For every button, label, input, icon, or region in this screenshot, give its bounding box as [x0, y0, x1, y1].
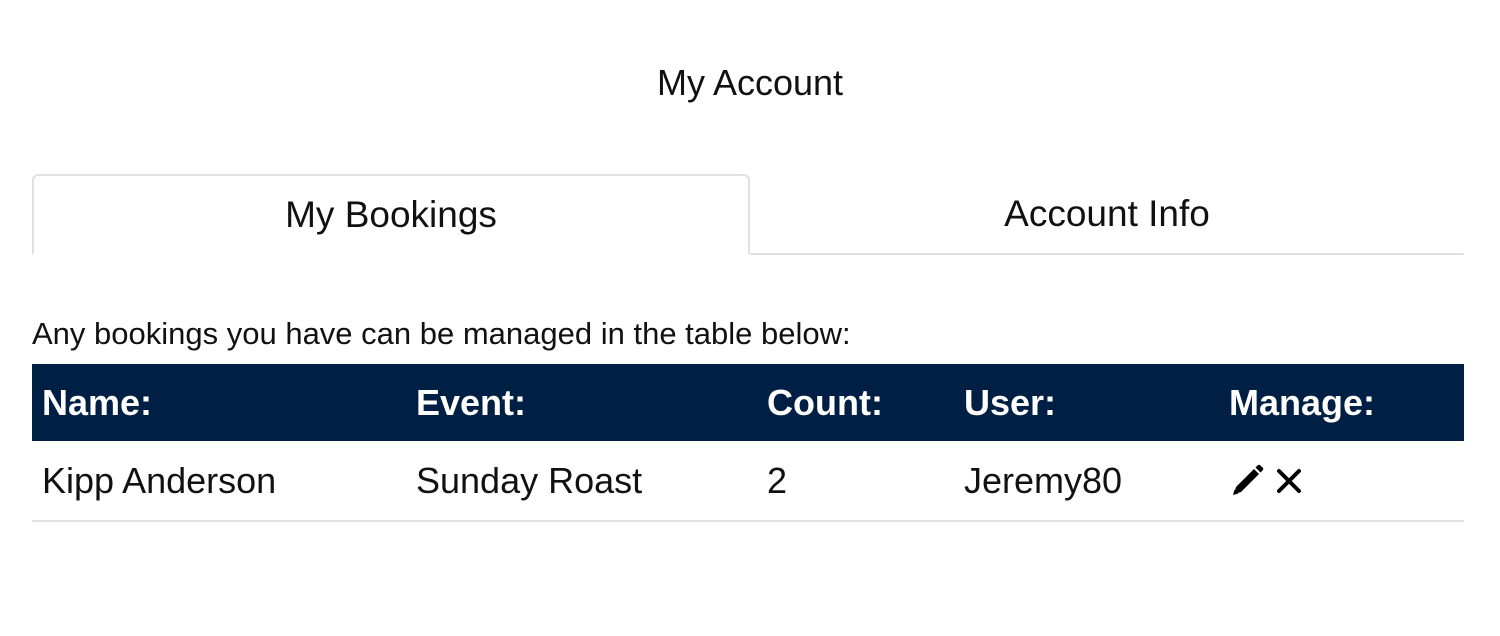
column-header-count: Count:	[757, 364, 954, 441]
booking-manage-cell	[1219, 441, 1464, 522]
booking-count-cell: 2	[757, 441, 954, 522]
tab-account-info[interactable]: Account Info	[750, 174, 1464, 253]
page-title: My Account	[656, 62, 844, 103]
column-header-user: User:	[954, 364, 1219, 441]
table-header-row: Name: Event: Count: User: Manage:	[32, 364, 1464, 441]
bookings-intro-text: Any bookings you have can be managed in …	[32, 316, 851, 351]
booking-name-cell: Kipp Anderson	[32, 441, 406, 522]
manage-actions	[1229, 463, 1464, 499]
close-icon[interactable]	[1271, 463, 1307, 499]
column-header-name: Name:	[32, 364, 406, 441]
tab-my-bookings[interactable]: My Bookings	[32, 174, 750, 255]
booking-user-cell: Jeremy80	[954, 441, 1219, 522]
booking-event-cell: Sunday Roast	[406, 441, 757, 522]
bookings-table: Name: Event: Count: User: Manage: Kipp A…	[32, 364, 1464, 522]
account-tabs: My Bookings Account Info	[32, 174, 1464, 255]
table-row: Kipp Anderson Sunday Roast 2 Jeremy80	[32, 441, 1464, 522]
pencil-icon[interactable]	[1229, 463, 1265, 499]
column-header-event: Event:	[406, 364, 757, 441]
column-header-manage: Manage:	[1219, 364, 1464, 441]
